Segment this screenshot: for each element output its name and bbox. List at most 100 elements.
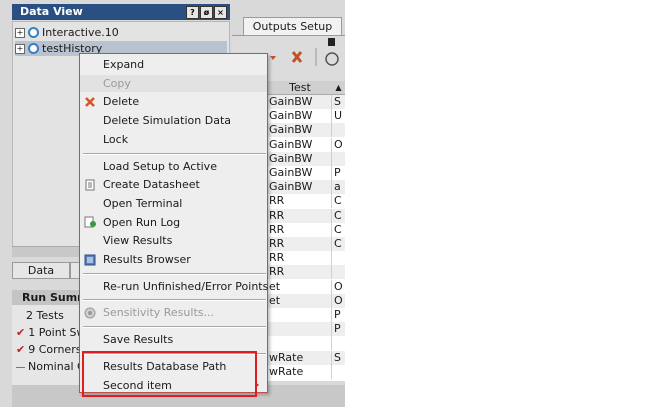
menu-item-save-results[interactable]: Save Results — [80, 331, 267, 348]
menu-item-open-run-log[interactable]: Open Run Log — [80, 214, 267, 231]
cell-value: U — [334, 109, 343, 123]
menu-item-label: Save Results — [103, 333, 174, 347]
gear-icon — [325, 52, 339, 66]
cell-value — [332, 265, 345, 279]
cell-value — [332, 152, 345, 166]
table-row[interactable]: wRate S — [268, 350, 345, 365]
cell-value: P — [334, 322, 341, 336]
menu-item-re-run-unfinished-error-points[interactable]: Re-run Unfinished/Error Points — [80, 278, 268, 295]
table-row[interactable]: P — [268, 308, 345, 322]
title-buttons: ? ø × — [186, 6, 227, 19]
tree-item-interactive[interactable]: + Interactive.10 — [15, 25, 119, 40]
menu-item-load-setup-to-active[interactable]: Load Setup to Active — [80, 158, 267, 175]
table-row[interactable]: et O — [268, 293, 345, 308]
menu-item-results-browser[interactable]: Results Browser — [80, 251, 267, 268]
sort-arrow-icon[interactable]: ▲ — [332, 81, 345, 94]
run-summary-item[interactable]: ✔ 1 Point Sw — [16, 326, 86, 339]
table-row[interactable]: wRate — [268, 364, 345, 379]
cell-test: wRate — [268, 350, 332, 365]
cell-test: wRate — [268, 364, 332, 379]
table-row[interactable]: RR C — [268, 208, 345, 223]
run-summary-item[interactable]: ✔ 9 Corners — [16, 343, 81, 356]
table-row[interactable]: GainBW O — [268, 137, 345, 152]
menu-item-open-terminal[interactable]: Open Terminal — [80, 195, 267, 212]
outputs-grid: Test ▲ GainBW S GainBW U GainBW GainBW O GainBW… — [268, 81, 345, 381]
table-row[interactable]: et O — [268, 279, 345, 294]
column-header-test[interactable]: Test — [268, 81, 332, 94]
cell-value — [332, 251, 345, 265]
cell-value: C — [334, 237, 342, 250]
tab-data[interactable]: Data — [12, 262, 70, 279]
datasheet-icon — [83, 178, 97, 192]
cell-test: et — [268, 279, 332, 294]
expand-plus-icon[interactable]: + — [15, 43, 25, 54]
sensitivity-icon — [83, 306, 97, 320]
table-row[interactable]: RR — [268, 251, 345, 266]
menu-item-sensitivity-results[interactable]: Sensitivity Results... — [80, 304, 267, 321]
cell-test: GainBW — [268, 137, 332, 152]
run-summary-item[interactable]: Nominal C — [16, 360, 85, 373]
table-row[interactable]: RR — [268, 265, 345, 280]
cell-test — [268, 308, 332, 322]
cell-test: RR — [268, 251, 332, 266]
cell-test — [268, 322, 332, 337]
table-row[interactable]: RR C — [268, 222, 345, 237]
cell-value — [332, 365, 345, 379]
table-row[interactable]: GainBW U — [268, 109, 345, 124]
dropdown-arrow-icon — [270, 56, 276, 60]
menu-item-label: Delete — [103, 95, 140, 109]
empty-checkbox-icon[interactable] — [16, 366, 25, 368]
cell-value: a — [334, 180, 341, 194]
menu-item-label: Results Browser — [103, 253, 191, 266]
results-browser-icon — [83, 253, 97, 267]
menu-item-delete[interactable]: Delete — [80, 93, 267, 110]
pin-icon — [328, 38, 335, 46]
menu-item-lock[interactable]: Lock — [80, 131, 267, 148]
run-summary-item: 2 Tests — [26, 309, 64, 322]
checkmark-icon[interactable]: ✔ — [16, 343, 25, 356]
cell-test — [268, 336, 332, 351]
table-row[interactable]: RR C — [268, 194, 345, 209]
cell-test: GainBW — [268, 109, 332, 124]
float-button[interactable]: ø — [200, 6, 213, 19]
delete-x-icon — [83, 95, 97, 109]
delete-x-icon — [291, 51, 303, 63]
cell-value: S — [334, 350, 341, 364]
menu-item-label: Delete Simulation Data — [103, 114, 231, 128]
expand-plus-icon[interactable]: + — [15, 27, 25, 38]
menu-item-label: Expand — [103, 58, 145, 71]
help-button[interactable]: ? — [186, 6, 199, 19]
menu-item-label: Create Datasheet — [103, 178, 200, 192]
table-row[interactable]: GainBW — [268, 123, 345, 138]
close-button[interactable]: × — [214, 6, 227, 19]
cell-test: GainBW — [268, 151, 332, 166]
cell-value: S — [334, 95, 341, 108]
checkmark-icon[interactable]: ✔ — [16, 326, 25, 339]
run-summary-label: 9 Corners — [28, 343, 82, 356]
menu-item-label: Lock — [103, 132, 129, 146]
history-clock-icon — [28, 43, 39, 54]
cell-value: C — [334, 222, 342, 236]
table-row[interactable]: RR C — [268, 237, 345, 251]
run-summary-label: 1 Point Sw — [28, 326, 86, 339]
table-row[interactable]: GainBW a — [268, 180, 345, 195]
menu-item-create-datasheet[interactable]: Create Datasheet — [80, 176, 267, 193]
menu-separator — [83, 152, 266, 155]
menu-separator — [83, 299, 266, 302]
menu-item-copy[interactable]: Copy — [80, 74, 267, 92]
tab-outputs-setup[interactable]: Outputs Setup — [243, 17, 342, 36]
highlight-annotation-box — [82, 351, 257, 397]
table-row[interactable] — [268, 336, 345, 351]
table-row[interactable]: GainBW P — [268, 166, 345, 180]
menu-item-delete-simulation-data[interactable]: Delete Simulation Data — [80, 112, 267, 129]
cell-value: O — [334, 293, 343, 307]
table-row[interactable]: GainBW S — [268, 95, 345, 109]
history-clock-icon — [28, 27, 39, 38]
data-view-title: Data View — [20, 5, 83, 18]
menu-item-expand[interactable]: Expand — [80, 56, 267, 73]
table-row[interactable]: GainBW — [268, 151, 345, 166]
table-row[interactable]: P — [268, 322, 345, 337]
cell-value: C — [334, 208, 342, 222]
menu-item-view-results[interactable]: View Results — [80, 232, 267, 249]
cell-test: RR — [268, 237, 332, 251]
